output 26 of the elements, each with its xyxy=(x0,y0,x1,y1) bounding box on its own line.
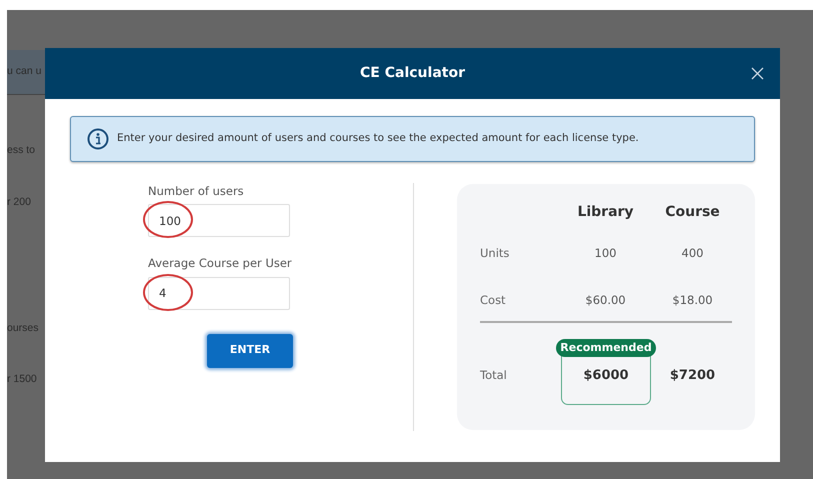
table-cell-text: $60.00 xyxy=(585,292,626,310)
table-cell-text: $18.00 xyxy=(672,292,713,310)
background-text: ess to xyxy=(7,144,36,156)
recommended-badge: Recommended xyxy=(556,339,656,357)
background-text: ourses xyxy=(7,322,39,334)
input-field[interactable]: 4 xyxy=(148,276,290,310)
field-label: Number of users xyxy=(148,183,245,200)
enter-button[interactable]: ENTER xyxy=(207,334,293,368)
input-field[interactable]: 100 xyxy=(148,204,290,238)
column-header: Course xyxy=(665,202,720,222)
banner-text: u can u xyxy=(7,64,42,80)
dialog-title: CE Calculator xyxy=(360,64,465,83)
column-header: Library xyxy=(577,202,634,222)
info-icon xyxy=(87,128,109,150)
total-value: $7200 xyxy=(670,367,716,386)
row-label: Units xyxy=(480,245,510,262)
field-label: Average Course per User xyxy=(148,255,293,272)
background-text: r 1500 xyxy=(7,373,37,386)
close-icon[interactable] xyxy=(751,67,764,80)
row-label: Total xyxy=(480,367,507,384)
row-label: Cost xyxy=(480,292,506,310)
total-value: $6000 xyxy=(583,367,629,386)
background-text: r 200 xyxy=(7,196,31,208)
info-text: Enter your desired amount of users and courses to see the expected amount for each license type. xyxy=(117,131,639,146)
table-cell-text: 400 xyxy=(682,245,704,262)
table-cell-text: 100 xyxy=(594,245,616,262)
